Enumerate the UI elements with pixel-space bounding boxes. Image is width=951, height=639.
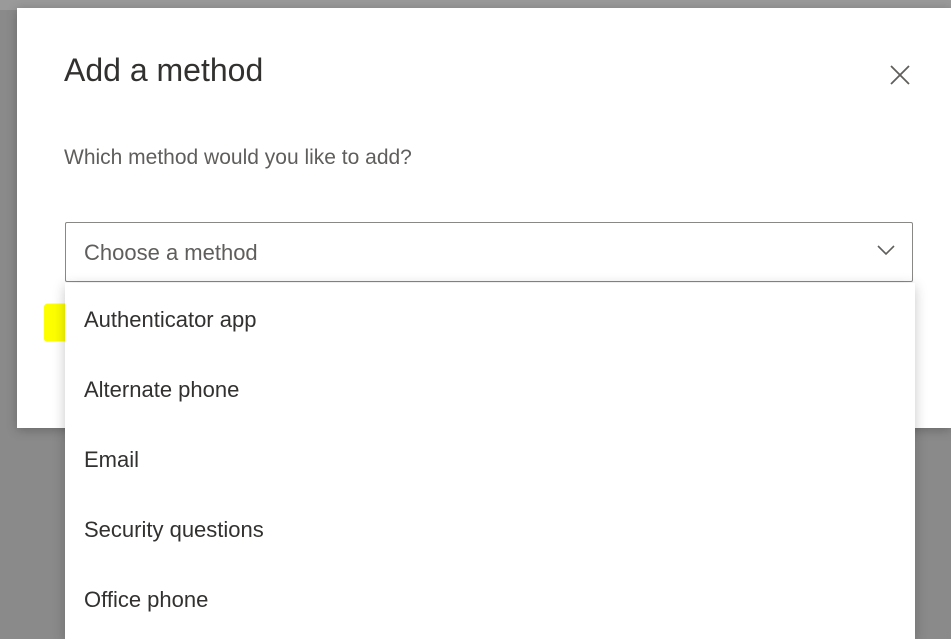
dialog-subtitle: Which method would you like to add?	[64, 146, 412, 169]
option-security-questions[interactable]: Security questions	[65, 493, 915, 563]
dialog-title: Add a method	[64, 52, 264, 88]
option-office-phone[interactable]: Office phone	[65, 563, 915, 633]
method-options-list: Authenticator app Alternate phone Email …	[65, 283, 915, 639]
close-icon	[890, 65, 910, 85]
option-email[interactable]: Email	[65, 423, 915, 493]
option-label: Authenticator app	[84, 307, 257, 332]
option-label: Email	[84, 447, 140, 472]
method-select-dropdown[interactable]: Choose a method	[65, 222, 913, 282]
option-label: Office phone	[84, 587, 209, 612]
chevron-down-icon	[877, 245, 895, 256]
option-authenticator-app[interactable]: Authenticator app	[65, 283, 915, 353]
option-label: Security questions	[84, 517, 264, 542]
close-button[interactable]	[885, 60, 917, 92]
option-label: Alternate phone	[84, 377, 240, 402]
method-select-placeholder: Choose a method	[84, 240, 258, 265]
option-alternate-phone[interactable]: Alternate phone	[65, 353, 915, 423]
